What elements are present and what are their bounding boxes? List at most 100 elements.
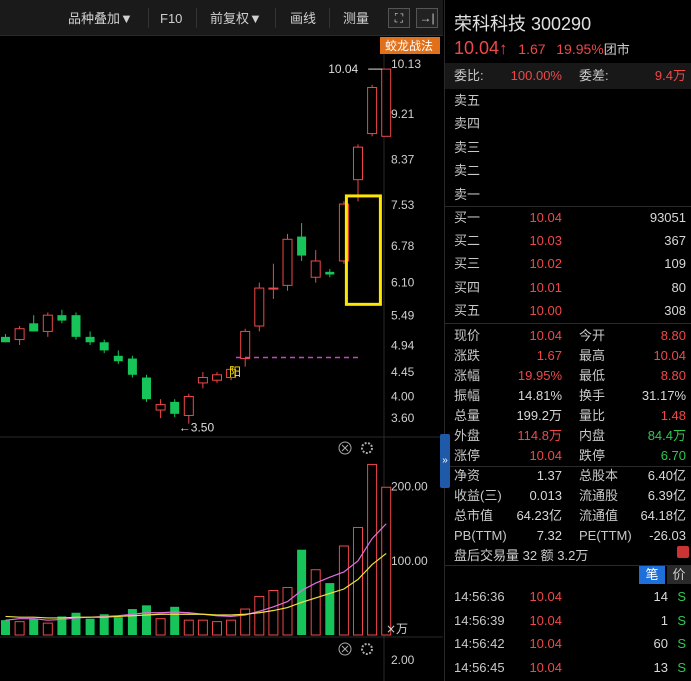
stat-label: 涨幅 [454,368,481,383]
quote-panel: 荣科科技 300290 10.04↑ 1.67 19.95%团市 委比: 100… [444,0,691,681]
volume-bar [155,618,166,636]
candle-body [325,271,335,275]
volume-bar [1,620,10,635]
current-price: 10.04 [454,38,500,58]
bid-price: 10.04 [529,210,562,225]
stat-value: 1.67 [536,348,562,363]
price-tick-label: 4.00 [391,389,415,403]
price-tick-label: 6.78 [391,239,415,253]
volume-bar [127,609,137,635]
stat-label: 内盘 [579,428,606,443]
volume-bar [325,583,335,635]
after-hours-icon[interactable] [677,546,689,558]
overlay-button[interactable]: 品种叠加▼ [60,9,141,29]
volume-bar [367,463,378,636]
f10-button[interactable]: F10 [152,9,190,29]
stat-label: 外盘 [454,428,481,443]
volume-bar [170,606,180,635]
ask-label: 卖四 [454,116,481,132]
arrow-right-bar-icon[interactable]: →| [416,8,438,28]
stat-label: 涨停 [454,448,481,463]
ask-label: 卖三 [454,139,481,155]
stat-label: 总量 [454,408,481,423]
volume-bar [71,612,81,635]
stat-label: 现价 [454,328,481,343]
financial-value: 0.013 [529,488,562,503]
divider [445,323,691,324]
financial-value: 64.23亿 [516,508,562,523]
financial-row: 收益(三) 0.013 流通股 6.39亿 [445,486,691,506]
financial-value: 6.39亿 [647,488,686,503]
candle-body [113,355,123,362]
market-label: 团市 [603,42,630,57]
financial-row: 总市值 64.23亿 流通值 64.18亿 [445,506,691,526]
ask-label: 卖五 [454,93,481,108]
candle-body [297,236,307,256]
tab-price[interactable]: 价 [667,566,691,584]
trade-time: 14:56:36 [454,589,505,604]
trade-side: S [677,659,686,675]
trade-volume: 14 [653,589,668,604]
stat-label: 今开 [579,328,606,343]
financial-label: 总市值 [454,508,494,523]
volume-bar [183,619,194,636]
bid-row: 买四 10.01 80 [445,276,691,299]
financial-value: 64.18亿 [640,508,686,523]
trade-row: 14:56:45 10.04 13 S [445,656,691,679]
collapse-handle-icon[interactable]: » [440,434,450,488]
price-tick-label: 9.21 [391,107,415,121]
price-tick-label: 4.94 [391,339,415,353]
candle-body [1,336,10,343]
trade-time: 14:56:45 [454,659,505,675]
bid-price: 10.03 [529,233,562,249]
candle-body [127,358,137,375]
weicha-value: 9.4万 [654,68,686,83]
financial-value: 7.32 [536,528,562,543]
volume-bar [142,605,151,635]
volume-bar [282,587,293,636]
stat-value: 19.95% [517,368,562,383]
volume-bar [113,617,123,635]
bid-label: 买四 [454,279,481,295]
indicator-tick-label: 2.00 [391,653,415,667]
price-tick-label: 7.53 [391,198,415,212]
stat-value: 84.4万 [647,428,686,443]
weibi-value: 100.00% [510,68,562,83]
candle-body [353,146,363,181]
expand-icon[interactable]: ⛶ [388,8,410,28]
chart-toolbar: 品种叠加▼ F10 前复权▼ 画线 测量 ⛶ →| [0,0,443,36]
tab-trades[interactable]: 笔 [639,566,665,584]
stat-value: 1.48 [660,408,686,423]
price-change-pct: 19.95% [556,41,604,57]
candle-body [310,260,321,278]
trade-row: 14:56:36 10.04 14 S [445,585,691,608]
financial-label: PB(TTM) [454,528,507,543]
bid-label: 买一 [454,210,481,225]
gear-icon [361,643,373,655]
volume-bar [197,619,208,636]
stat-row: 总量 199.2万 量比 1.48 [445,406,691,426]
measure-button[interactable]: 测量 [335,9,377,29]
financial-label: 净资 [454,468,481,483]
candle-body [212,374,222,381]
volume-bar [310,569,321,636]
bid-price: 10.02 [529,256,562,272]
candle-body [183,395,194,416]
toolbar-divider [275,8,276,28]
adjust-button[interactable]: 前复权▼ [202,9,270,29]
stat-value: 8.80 [660,368,686,383]
price-tick-label: 5.49 [391,309,415,323]
financial-label: 流通值 [579,508,619,523]
bid-volume: 80 [671,279,686,295]
kline-chart-svg[interactable]: 10.13 9.21 8.37 7.53 6.78 6.10 5.49 4.94 4.45 4.0… [0,37,443,681]
volume-bar [29,618,39,635]
draw-line-button[interactable]: 画线 [282,9,324,29]
stock-name: 荣科科技 [454,14,526,34]
trade-volume: 60 [653,636,668,651]
bid-label: 买三 [454,256,481,272]
low-price-label: ←3.50 [179,421,215,435]
high-price-label: 10.04 [328,62,358,76]
candle-body [381,68,392,137]
financial-row: PB(TTM) 7.32 PE(TTM) -26.03 [445,526,691,546]
price-line: 10.04↑ 1.67 19.95%团市 [454,38,630,59]
